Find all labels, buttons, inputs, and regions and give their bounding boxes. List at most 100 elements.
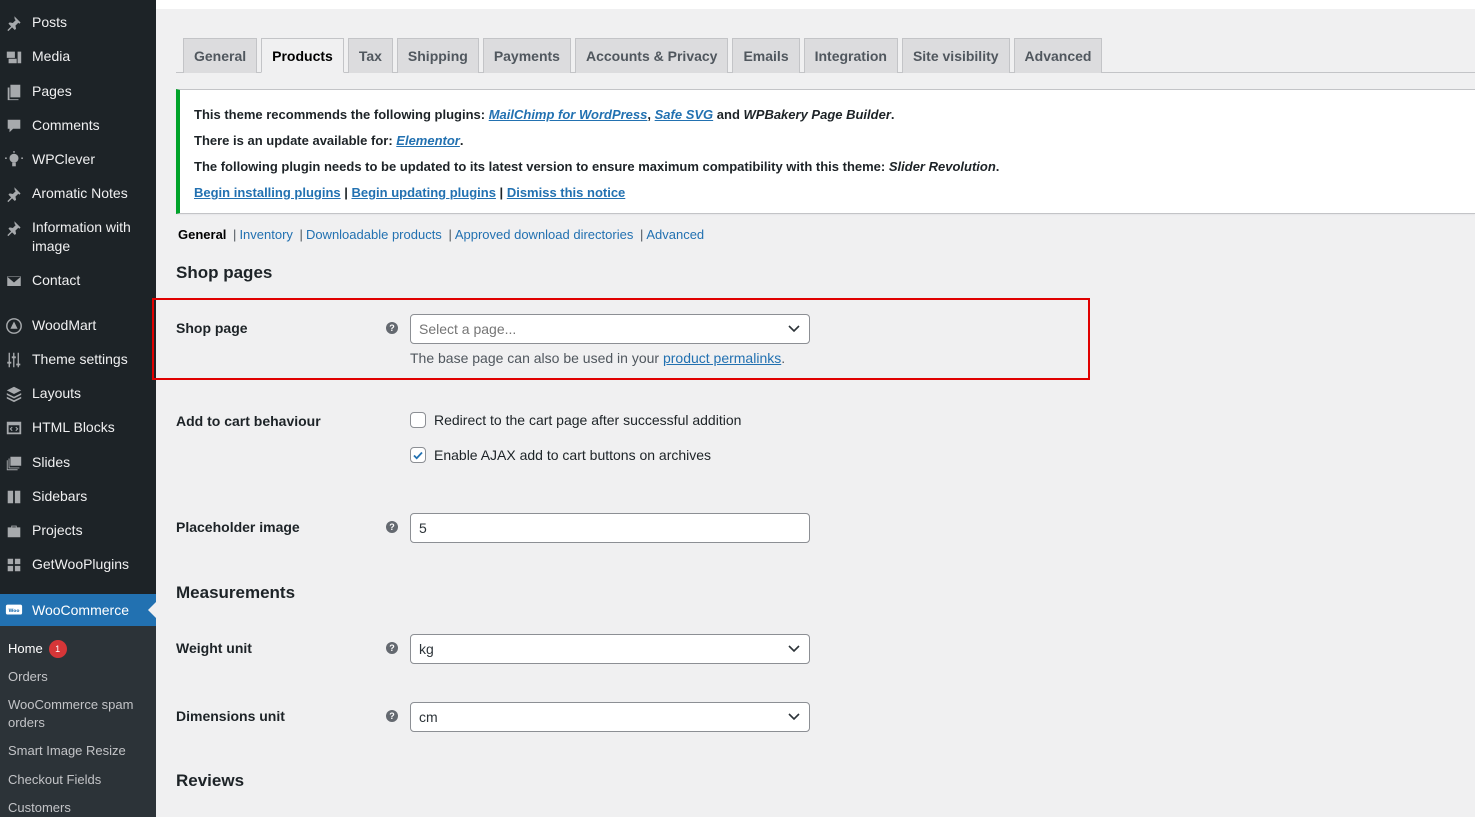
ajax-checkbox[interactable] bbox=[410, 447, 426, 463]
sidebar-item-woocommerce[interactable]: Woo WooCommerce bbox=[0, 594, 156, 626]
slider-revolution-name: Slider Revolution bbox=[888, 159, 996, 174]
sidebar-item-posts[interactable]: Posts bbox=[0, 13, 156, 33]
weight-unit-label: Weight unit bbox=[176, 640, 252, 656]
help-tip-icon[interactable]: ? bbox=[386, 521, 398, 533]
sidebar-item-woodmart[interactable]: WoodMart bbox=[0, 316, 156, 336]
subnav-general[interactable]: General bbox=[178, 227, 226, 242]
tab-advanced[interactable]: Advanced bbox=[1013, 38, 1103, 73]
tab-general[interactable]: General bbox=[183, 38, 258, 73]
sidebar-item-theme-settings[interactable]: Theme settings bbox=[0, 350, 156, 370]
dismiss-notice-link[interactable]: Dismiss this notice bbox=[507, 185, 625, 200]
subnav-separator: | bbox=[639, 227, 644, 242]
slides-icon bbox=[4, 453, 24, 473]
sidebar-item-getwooplugins[interactable]: GetWooPlugins bbox=[0, 555, 156, 575]
tab-payments[interactable]: Payments bbox=[482, 38, 571, 73]
subnav-separator: | bbox=[299, 227, 303, 242]
sidebar-item-label: WPClever bbox=[32, 151, 96, 167]
weight-unit-select[interactable]: kg bbox=[410, 634, 810, 664]
sidebar-item-media[interactable]: Media bbox=[0, 47, 156, 67]
notice-text: . bbox=[890, 107, 895, 122]
tab-tax[interactable]: Tax bbox=[347, 38, 393, 73]
subnav-downloadable-products[interactable]: Downloadable products bbox=[306, 227, 442, 242]
measurements-heading: Measurements bbox=[176, 583, 296, 602]
tab-integration[interactable]: Integration bbox=[803, 38, 898, 73]
sidebar-item-wpclever[interactable]: WPClever bbox=[0, 150, 156, 170]
notice-recommended-plugins: This theme recommends the following plug… bbox=[194, 106, 895, 124]
woo-icon: Woo bbox=[4, 600, 24, 620]
notice-update-available: There is an update available for: Elemen… bbox=[194, 132, 463, 150]
notice-separator: | bbox=[340, 185, 352, 200]
tab-site-visibility[interactable]: Site visibility bbox=[901, 38, 1010, 73]
reviews-heading: Reviews bbox=[176, 771, 245, 790]
notice-actions: Begin installing plugins | Begin updatin… bbox=[194, 184, 625, 202]
dimensions-unit-value: cm bbox=[419, 709, 438, 725]
notice-separator: | bbox=[495, 185, 507, 200]
notification-badge: 1 bbox=[48, 640, 67, 658]
sidebar-item-pages[interactable]: Pages bbox=[0, 82, 156, 102]
sidebar-item-slides[interactable]: Slides bbox=[0, 453, 156, 473]
settings-tabs: General Products Tax Shipping Payments A… bbox=[183, 38, 1106, 73]
sliders-icon bbox=[4, 350, 24, 370]
notice-text: and bbox=[713, 107, 744, 122]
notice-separator: , bbox=[647, 107, 655, 122]
tab-emails[interactable]: Emails bbox=[732, 38, 800, 73]
dimensions-unit-select[interactable]: cm bbox=[410, 702, 810, 732]
subnav-advanced[interactable]: Advanced bbox=[646, 227, 704, 242]
sidebar-item-label: GetWooPlugins bbox=[32, 556, 130, 572]
wpbakery-name: WPBakery Page Builder bbox=[743, 107, 891, 122]
sidebar-item-contact[interactable]: Contact bbox=[0, 271, 156, 291]
active-menu-arrow bbox=[148, 602, 156, 618]
chevron-down-icon bbox=[787, 642, 801, 656]
sidebar-item-label: WooCommerce bbox=[32, 601, 129, 618]
ajax-add-to-cart-option[interactable]: Enable AJAX add to cart buttons on archi… bbox=[410, 447, 711, 463]
sidebar-icon bbox=[4, 487, 24, 507]
sidebar-item-comments[interactable]: Comments bbox=[0, 116, 156, 136]
sidebar-item-information-with-image[interactable]: Information with image bbox=[0, 218, 156, 256]
svg-text:Woo: Woo bbox=[9, 608, 20, 614]
submenu-item-checkout-fields[interactable]: Checkout Fields bbox=[8, 771, 153, 789]
sidebar-item-layouts[interactable]: Layouts bbox=[0, 384, 156, 404]
redirect-checkbox[interactable] bbox=[410, 412, 426, 428]
submenu-item-home[interactable]: Home 1 bbox=[8, 640, 153, 658]
submenu-item-customers[interactable]: Customers bbox=[8, 799, 153, 817]
help-tip-icon[interactable]: ? bbox=[386, 642, 398, 654]
sidebar-item-label: HTML Blocks bbox=[32, 419, 115, 435]
submenu-item-spam-orders[interactable]: WooCommerce spam orders bbox=[8, 696, 153, 732]
sidebar-item-projects[interactable]: Projects bbox=[0, 521, 156, 541]
notice-text: . bbox=[459, 133, 464, 148]
mailchimp-link[interactable]: MailChimp for WordPress bbox=[489, 107, 648, 122]
tab-products[interactable]: Products bbox=[261, 38, 344, 73]
begin-updating-link[interactable]: Begin updating plugins bbox=[352, 185, 496, 200]
redirect-to-cart-option[interactable]: Redirect to the cart page after successf… bbox=[410, 412, 741, 428]
grid-icon bbox=[4, 555, 24, 575]
help-tip-icon[interactable]: ? bbox=[386, 710, 398, 722]
sidebar-item-label: Comments bbox=[32, 117, 100, 133]
submenu-item-orders[interactable]: Orders bbox=[8, 668, 153, 686]
tab-shipping[interactable]: Shipping bbox=[396, 38, 479, 73]
admin-sidebar: Posts Media Pages Comments WPClever Arom… bbox=[0, 0, 156, 817]
placeholder-image-input[interactable]: 5 bbox=[410, 513, 810, 543]
sidebar-item-label: Layouts bbox=[32, 385, 82, 401]
plugin-notice: This theme recommends the following plug… bbox=[176, 89, 1475, 214]
sidebar-item-label: Media bbox=[32, 48, 71, 64]
subnav-separator: | bbox=[233, 227, 237, 242]
begin-installing-link[interactable]: Begin installing plugins bbox=[194, 185, 341, 200]
tab-accounts-privacy[interactable]: Accounts & Privacy bbox=[574, 38, 729, 73]
sidebar-item-label: Theme settings bbox=[32, 351, 128, 367]
submenu-item-label: Home bbox=[8, 641, 43, 656]
elementor-link[interactable]: Elementor bbox=[396, 133, 460, 148]
subnav-inventory[interactable]: Inventory bbox=[239, 227, 292, 242]
submenu-item-smart-image-resize[interactable]: Smart Image Resize bbox=[8, 742, 153, 760]
notice-text: There is an update available for: bbox=[194, 133, 397, 148]
sidebar-item-sidebars[interactable]: Sidebars bbox=[0, 487, 156, 507]
redirect-checkbox-label: Redirect to the cart page after successf… bbox=[434, 412, 742, 428]
sidebar-item-aromatic-notes[interactable]: Aromatic Notes bbox=[0, 184, 156, 204]
safe-svg-link[interactable]: Safe SVG bbox=[655, 107, 714, 122]
subnav-separator: | bbox=[448, 227, 452, 242]
notice-text: . bbox=[995, 159, 1000, 174]
subnav-approved-download-directories[interactable]: Approved download directories bbox=[455, 227, 634, 242]
woodmart-icon bbox=[4, 316, 24, 336]
sidebar-item-html-blocks[interactable]: HTML Blocks bbox=[0, 418, 156, 438]
sidebar-item-label: Posts bbox=[32, 14, 68, 30]
pin-icon bbox=[4, 13, 24, 33]
